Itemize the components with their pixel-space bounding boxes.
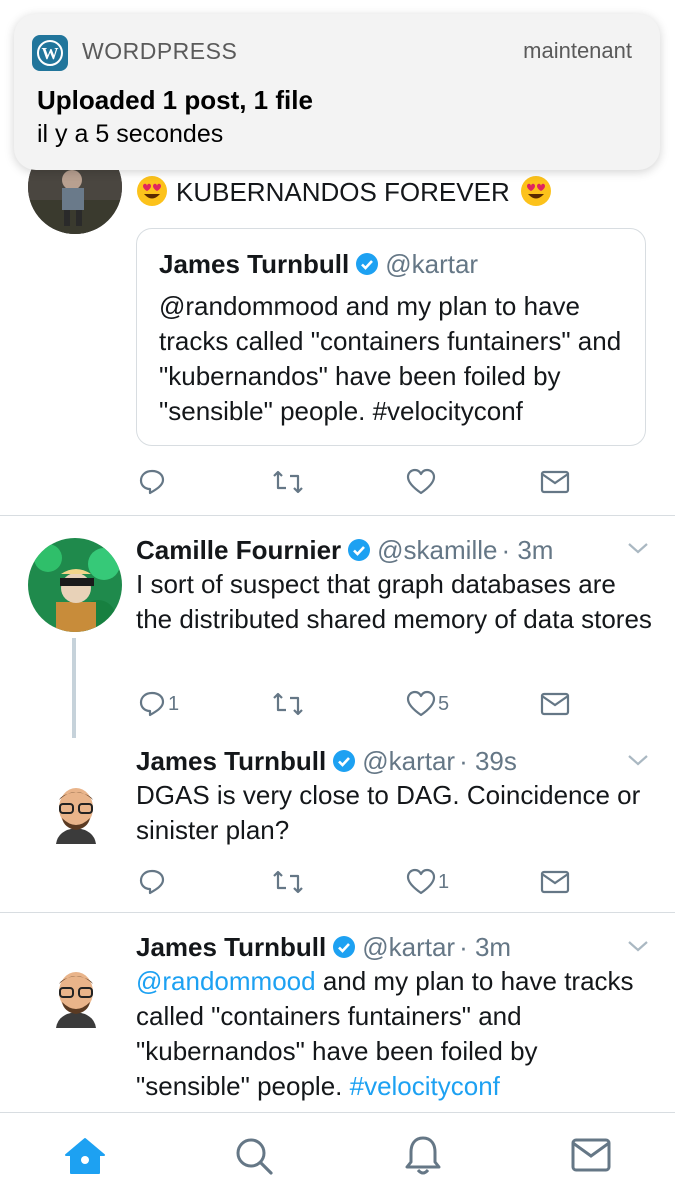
- tab-messages[interactable]: [571, 1138, 611, 1177]
- quote-header: James Turnbull @kartar: [159, 249, 478, 283]
- author-name[interactable]: James Turnbull: [136, 932, 326, 962]
- tweet-time: · 3m: [501, 535, 554, 565]
- avatar[interactable]: [50, 970, 102, 1028]
- notification-time: maintenant: [523, 38, 632, 63]
- tweet-header: James Turnbull @kartar · 39s: [136, 746, 517, 780]
- author-handle[interactable]: @skamille: [377, 535, 497, 565]
- notifications-icon: [405, 1136, 441, 1175]
- envelope-icon: [540, 692, 570, 716]
- tweet-text: KUBERNANDOS FOREVER: [136, 175, 552, 214]
- retweet-button[interactable]: [272, 868, 304, 896]
- heart-eyes-icon: [520, 175, 552, 214]
- quote-text: @randommood and my plan to have tracks c…: [159, 291, 622, 426]
- home-icon: [65, 1138, 105, 1174]
- tab-home[interactable]: [64, 1136, 106, 1181]
- tweet-time: · 39s: [459, 746, 517, 776]
- reply-button[interactable]: [138, 468, 166, 496]
- author-handle[interactable]: @kartar: [362, 746, 455, 776]
- like-count: 5: [438, 692, 450, 715]
- retweet-button[interactable]: [272, 690, 304, 718]
- author-name[interactable]: James Turnbull: [136, 746, 326, 776]
- notification-banner[interactable]: W WORDPRESS maintenant Uploaded 1 post, …: [14, 14, 660, 170]
- retweet-icon: [273, 470, 303, 494]
- chevron-down-icon[interactable]: [626, 752, 650, 768]
- heart-icon: [406, 690, 436, 717]
- reply-count: 1: [168, 692, 180, 715]
- retweet-icon: [273, 692, 303, 716]
- heart-icon: [406, 868, 436, 895]
- like-count: 1: [438, 870, 450, 893]
- dm-button[interactable]: [540, 692, 570, 716]
- avatar[interactable]: [28, 538, 122, 632]
- tweet-header: Camille Fournier @skamille · 3m: [136, 535, 553, 569]
- notification-title: Uploaded 1 post, 1 file: [37, 85, 313, 115]
- reply-icon: [139, 869, 165, 895]
- hashtag-link[interactable]: #velocityconf: [350, 1071, 500, 1101]
- like-button[interactable]: 5: [406, 690, 449, 718]
- messages-icon: [571, 1138, 611, 1172]
- notification-body: il y a 5 secondes: [37, 120, 224, 148]
- envelope-icon: [540, 870, 570, 894]
- tweet-body: DGAS is very close to DAG. Coincidence o…: [136, 780, 641, 845]
- reply-icon: [139, 469, 165, 495]
- heart-eyes-icon: [136, 175, 168, 214]
- tab-search[interactable]: [234, 1136, 274, 1181]
- search-icon: [236, 1138, 273, 1175]
- like-button[interactable]: 1: [406, 868, 449, 896]
- verified-badge-icon: [332, 749, 356, 780]
- tweet-body: @randommood and my plan to have tracks c…: [136, 964, 656, 1104]
- tweet-body: I sort of suspect that graph databases a…: [136, 569, 652, 634]
- verified-badge-icon: [332, 935, 356, 966]
- author-name[interactable]: Camille Fournier: [136, 535, 341, 565]
- notification-app-name: WORDPRESS: [82, 38, 238, 64]
- reply-button[interactable]: 1: [138, 690, 179, 718]
- tweet-time: · 3m: [459, 932, 512, 962]
- divider: [0, 912, 675, 913]
- svg-text:W: W: [42, 44, 59, 63]
- reply-button[interactable]: [138, 868, 166, 896]
- quote-author-name: James Turnbull: [159, 249, 350, 279]
- verified-badge-icon: [355, 252, 379, 283]
- thread-line: [72, 638, 76, 738]
- tweet-body: KUBERNANDOS FOREVER: [176, 177, 510, 207]
- mention-link[interactable]: @randommood: [136, 966, 316, 996]
- dm-button[interactable]: [540, 870, 570, 894]
- tab-notifications[interactable]: [403, 1134, 443, 1181]
- reply-icon: [139, 691, 165, 717]
- verified-badge-icon: [347, 538, 371, 569]
- like-button[interactable]: [406, 468, 436, 496]
- chevron-down-icon[interactable]: [626, 938, 650, 954]
- wordpress-icon: W: [32, 35, 68, 71]
- dm-button[interactable]: [540, 470, 570, 494]
- heart-icon: [406, 468, 436, 495]
- avatar[interactable]: [50, 786, 102, 844]
- retweet-icon: [273, 870, 303, 894]
- quote-author-handle: @kartar: [385, 249, 479, 279]
- divider: [0, 1112, 675, 1113]
- tweet-header: James Turnbull @kartar · 3m: [136, 932, 511, 966]
- divider: [0, 515, 675, 516]
- chevron-down-icon[interactable]: [626, 540, 650, 556]
- author-handle[interactable]: @kartar: [362, 932, 455, 962]
- retweet-button[interactable]: [272, 468, 304, 496]
- tab-bar: [0, 1112, 675, 1200]
- quoted-tweet[interactable]: James Turnbull @kartar @randommood and my…: [136, 228, 646, 446]
- envelope-icon: [540, 470, 570, 494]
